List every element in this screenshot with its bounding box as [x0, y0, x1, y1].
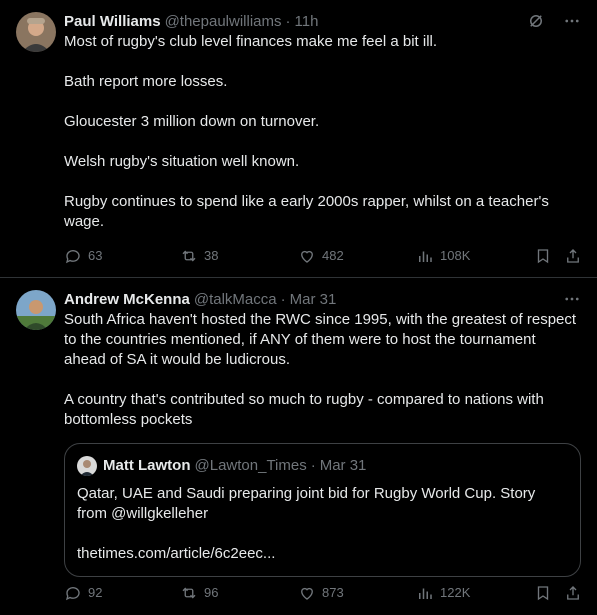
tweet-paragraph: A country that's contributed so much to … [64, 391, 548, 428]
like-button[interactable]: 873 [298, 583, 344, 603]
tweet-paragraph: Welsh rugby's situation well known. [64, 153, 300, 170]
repost-button[interactable]: 38 [180, 246, 218, 266]
quote-author-handle: @Lawton_Times [194, 457, 307, 474]
timestamp[interactable]: 11h [295, 12, 319, 32]
quote-author-name: Matt Lawton [103, 457, 191, 474]
quote-link[interactable]: thetimes.com/article/6c2eec... [77, 544, 568, 564]
tweet-paragraph: Bath report more losses. [64, 73, 228, 90]
bookmark-icon[interactable] [534, 247, 552, 265]
quote-tweet[interactable]: Matt Lawton @Lawton_Times · Mar 31 Qatar… [64, 443, 581, 577]
reply-button[interactable]: 92 [64, 583, 102, 603]
author-name[interactable]: Andrew McKenna [64, 290, 190, 310]
like-icon [301, 250, 313, 263]
author-name[interactable]: Paul Williams [64, 12, 161, 32]
repost-icon [182, 250, 196, 262]
tweet-text: Most of rugby's club level finances make… [64, 32, 581, 232]
views-button[interactable]: 122K [416, 583, 470, 603]
views-count: 122K [440, 585, 471, 600]
repost-count: 96 [204, 585, 219, 600]
reply-icon [65, 250, 80, 264]
more-icon[interactable] [563, 12, 581, 30]
reply-icon [65, 587, 80, 601]
like-count: 873 [322, 585, 344, 600]
grok-icon[interactable] [527, 12, 545, 30]
quote-avatar [77, 456, 97, 476]
separator-dot: · [310, 457, 316, 474]
separator-dot: · [280, 291, 286, 308]
like-count: 482 [322, 248, 344, 263]
views-button[interactable]: 108K [416, 246, 470, 266]
repost-icon [182, 587, 196, 599]
quote-timestamp: Mar 31 [319, 457, 367, 474]
reply-count: 92 [88, 585, 103, 600]
author-handle[interactable]: @talkMacca [194, 290, 277, 310]
tweet-paragraph: Most of rugby's club level finances make… [64, 33, 438, 50]
views-count: 108K [440, 248, 471, 263]
reply-button[interactable]: 63 [64, 246, 102, 266]
bookmark-icon[interactable] [534, 584, 552, 602]
author-handle[interactable]: @thepaulwilliams [165, 12, 282, 32]
timestamp[interactable]: Mar 31 [290, 290, 337, 310]
tweet-paragraph: Gloucester 3 million down on turnover. [64, 113, 320, 130]
repost-button[interactable]: 96 [180, 583, 218, 603]
share-icon[interactable] [564, 247, 582, 265]
tweet[interactable]: Paul Williams @thepaulwilliams · 11h Mos… [0, 0, 597, 278]
avatar[interactable] [16, 290, 56, 330]
views-icon [419, 588, 432, 599]
share-icon[interactable] [564, 584, 582, 602]
quote-text: Qatar, UAE and Saudi preparing joint bid… [77, 485, 536, 522]
like-button[interactable]: 482 [298, 246, 344, 266]
reply-count: 63 [88, 248, 103, 263]
more-icon[interactable] [563, 290, 581, 308]
views-icon [419, 251, 432, 262]
like-icon [301, 587, 313, 600]
tweet-paragraph: South Africa haven't hosted the RWC sinc… [64, 311, 581, 368]
tweet[interactable]: Andrew McKenna @talkMacca · Mar 31 South… [0, 278, 597, 615]
tweet-text: South Africa haven't hosted the RWC sinc… [64, 310, 581, 430]
separator-dot: · [285, 13, 291, 30]
repost-count: 38 [204, 248, 219, 263]
tweet-paragraph: Rugby continues to spend like a early 20… [64, 193, 553, 230]
avatar[interactable] [16, 12, 56, 52]
